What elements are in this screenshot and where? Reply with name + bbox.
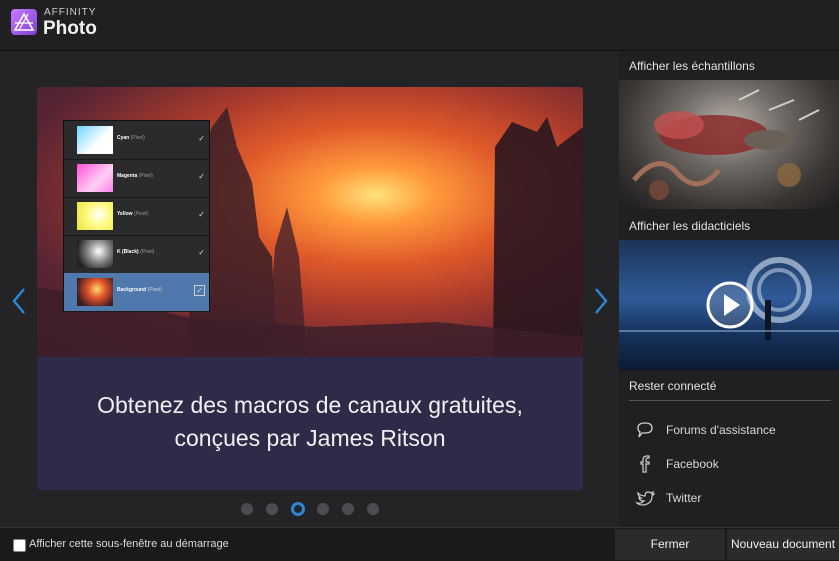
- samples-title[interactable]: Afficher les échantillons: [629, 59, 755, 73]
- layer-name: Yellow: [117, 211, 133, 217]
- layer-thumbnail: [77, 278, 113, 306]
- layer-visibility-check: ✓: [198, 248, 205, 257]
- sidebar: Afficher les échantillons Afficher les d…: [619, 51, 839, 527]
- twitter-icon: [635, 490, 655, 506]
- divider: [629, 400, 831, 401]
- next-slide-arrow-icon[interactable]: [592, 286, 610, 316]
- brand-product: Photo: [43, 18, 97, 39]
- samples-thumbnail[interactable]: [619, 80, 839, 209]
- carousel-dot[interactable]: [317, 503, 329, 515]
- carousel-dot[interactable]: [367, 503, 379, 515]
- layer-name: Cyan: [117, 135, 130, 141]
- layer-row: Cyan (Pixel) ✓: [64, 121, 209, 160]
- layer-row: Magenta (Pixel) ✓: [64, 159, 209, 198]
- new-document-button[interactable]: Nouveau document: [727, 529, 839, 560]
- layer-thumbnail: [77, 202, 113, 230]
- layer-row: K (Black) (Pixel) ✓: [64, 235, 209, 274]
- twitter-label: Twitter: [666, 491, 702, 505]
- layer-kind: (Pixel): [147, 287, 162, 293]
- slide-caption: Obtenez des macros de canaux gratuites, …: [37, 357, 583, 490]
- layer-name: K (Black): [117, 249, 139, 255]
- caption-line-2: conçues par James Ritson: [174, 425, 446, 451]
- stay-connected-title: Rester connecté: [629, 379, 717, 393]
- layer-kind: (Pixel): [140, 249, 155, 255]
- carousel-dot-active[interactable]: [291, 502, 305, 516]
- previous-slide-arrow-icon[interactable]: [10, 286, 28, 316]
- layer-kind: (Pixel): [138, 173, 153, 179]
- carousel-slide[interactable]: Cyan (Pixel) ✓ Magenta (Pixel) ✓ Yellow …: [37, 87, 583, 490]
- carousel-dot[interactable]: [241, 503, 253, 515]
- footer-bar: Afficher cette sous-fenêtre au démarrage…: [0, 527, 839, 561]
- layer-visibility-check: ✓: [198, 172, 205, 181]
- support-forums-label: Forums d'assistance: [666, 423, 776, 437]
- carousel-dot[interactable]: [342, 503, 354, 515]
- affinity-photo-logo-icon: [11, 9, 37, 35]
- carousel-dot[interactable]: [266, 503, 278, 515]
- layer-name: Background: [117, 287, 147, 293]
- layer-visibility-check: ✓: [198, 134, 205, 143]
- facebook-icon: [640, 455, 650, 473]
- show-at-startup-checkbox[interactable]: [13, 539, 26, 552]
- facebook-label: Facebook: [666, 457, 719, 471]
- layer-thumbnail: [77, 164, 113, 192]
- layer-visibility-check: ✓: [198, 210, 205, 219]
- tutorials-title[interactable]: Afficher les didacticiels: [629, 219, 750, 233]
- layer-row-selected: Background (Pixel) ✓: [64, 273, 209, 312]
- show-at-startup-label[interactable]: Afficher cette sous-fenêtre au démarrage: [29, 538, 229, 550]
- layer-kind: (Pixel): [133, 211, 149, 217]
- caption-line-1: Obtenez des macros de canaux gratuites,: [97, 392, 523, 418]
- close-button[interactable]: Fermer: [615, 529, 725, 560]
- layer-visibility-check: ✓: [194, 285, 205, 296]
- layer-kind: (Pixel): [130, 135, 145, 141]
- layer-row: Yellow (Pixel) ✓: [64, 197, 209, 236]
- layers-panel: Cyan (Pixel) ✓ Magenta (Pixel) ✓ Yellow …: [63, 120, 210, 312]
- slide-image: Cyan (Pixel) ✓ Magenta (Pixel) ✓ Yellow …: [37, 87, 583, 357]
- chat-bubble-icon: [637, 422, 653, 438]
- layer-thumbnail: [77, 240, 113, 268]
- layer-name: Magenta: [117, 173, 138, 179]
- layer-thumbnail: [77, 126, 113, 154]
- play-icon[interactable]: [705, 280, 755, 330]
- tutorials-thumbnail[interactable]: [619, 240, 839, 370]
- brand-company: AFFINITY: [44, 7, 97, 18]
- samples-artwork: [632, 89, 820, 200]
- title-bar: AFFINITY Photo: [0, 0, 839, 51]
